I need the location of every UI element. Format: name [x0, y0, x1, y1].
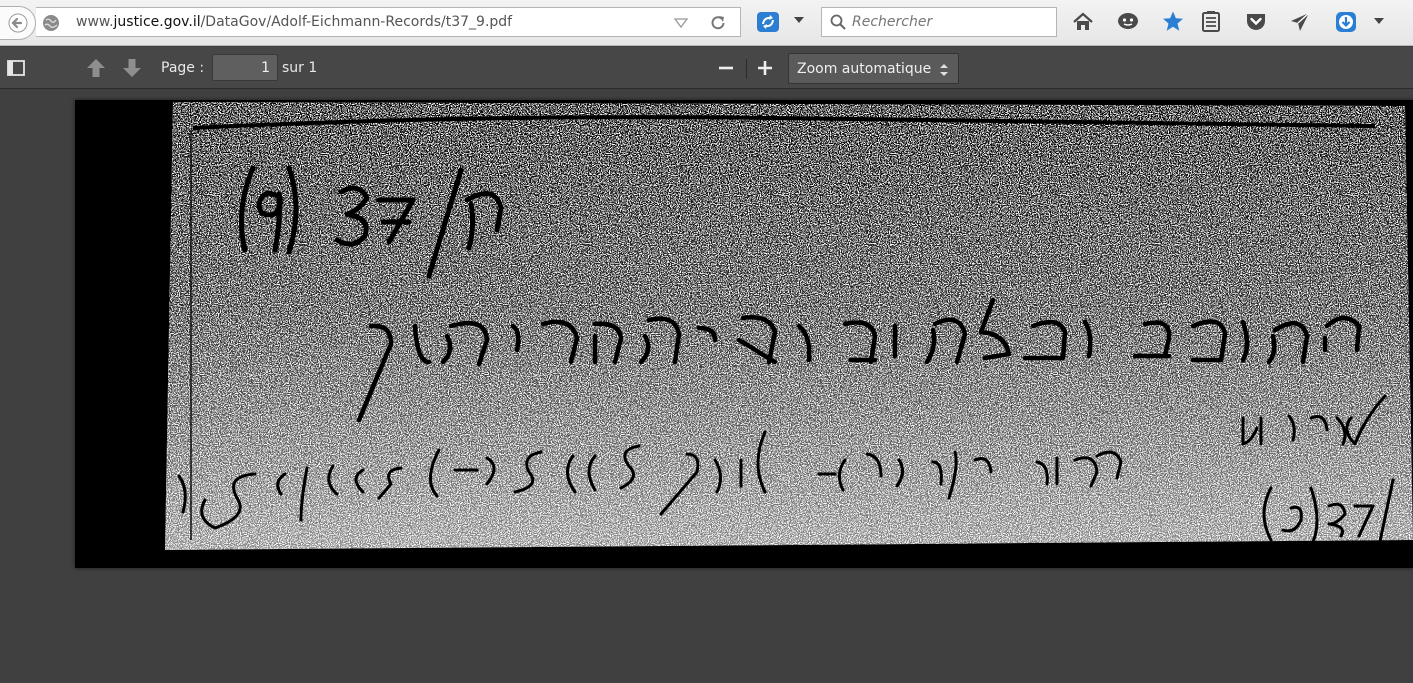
globe-icon — [43, 15, 59, 31]
menu-chevron-icon[interactable] — [1371, 14, 1387, 28]
sync-icon[interactable] — [756, 11, 780, 33]
page-number-input[interactable] — [212, 54, 278, 81]
scanned-handwritten-note — [75, 100, 1413, 568]
page-total: sur 1 — [282, 60, 318, 76]
url-dropdown-icon[interactable] — [674, 17, 688, 29]
page-label: Page : — [161, 60, 205, 76]
pdf-toolbar: Page : sur 1 Zoom automatique — [0, 47, 1413, 89]
url-domain: justice.gov.il — [113, 14, 201, 30]
back-arrow-icon — [8, 13, 27, 33]
zoom-out-icon[interactable] — [714, 56, 738, 80]
next-page-icon[interactable] — [120, 56, 144, 80]
back-button[interactable] — [0, 6, 36, 40]
select-chevrons-icon — [940, 64, 948, 76]
toolbar-separator — [746, 59, 747, 79]
reading-list-icon[interactable] — [1199, 10, 1223, 34]
send-icon[interactable] — [1288, 10, 1312, 34]
zoom-select[interactable]: Zoom automatique — [788, 53, 959, 84]
download-icon[interactable] — [1334, 10, 1358, 34]
search-input[interactable] — [852, 11, 1052, 33]
browser-toolbar: www.justice.gov.il/DataGov/Adolf-Eichman… — [0, 0, 1413, 46]
pdf-page — [75, 100, 1413, 568]
reload-icon[interactable] — [708, 13, 728, 33]
previous-page-icon[interactable] — [84, 56, 108, 80]
search-icon — [830, 14, 846, 30]
url-path: /DataGov/Adolf-Eichmann-Records/t37_9.pd… — [200, 14, 513, 30]
url-bar[interactable]: www.justice.gov.il/DataGov/Adolf-Eichman… — [36, 7, 741, 37]
zoom-in-icon[interactable] — [753, 56, 777, 80]
chat-icon[interactable] — [1116, 10, 1140, 34]
home-icon[interactable] — [1071, 10, 1095, 34]
pocket-icon[interactable] — [1244, 10, 1268, 34]
document-viewer[interactable] — [0, 90, 1413, 683]
url-text[interactable]: www.justice.gov.il/DataGov/Adolf-Eichman… — [76, 14, 512, 30]
zoom-value: Zoom automatique — [797, 61, 932, 77]
sidebar-toggle-icon[interactable] — [4, 57, 28, 79]
bookmark-star-icon[interactable] — [1161, 10, 1185, 34]
chevron-down-icon[interactable] — [792, 15, 806, 25]
search-bar[interactable] — [821, 7, 1057, 37]
